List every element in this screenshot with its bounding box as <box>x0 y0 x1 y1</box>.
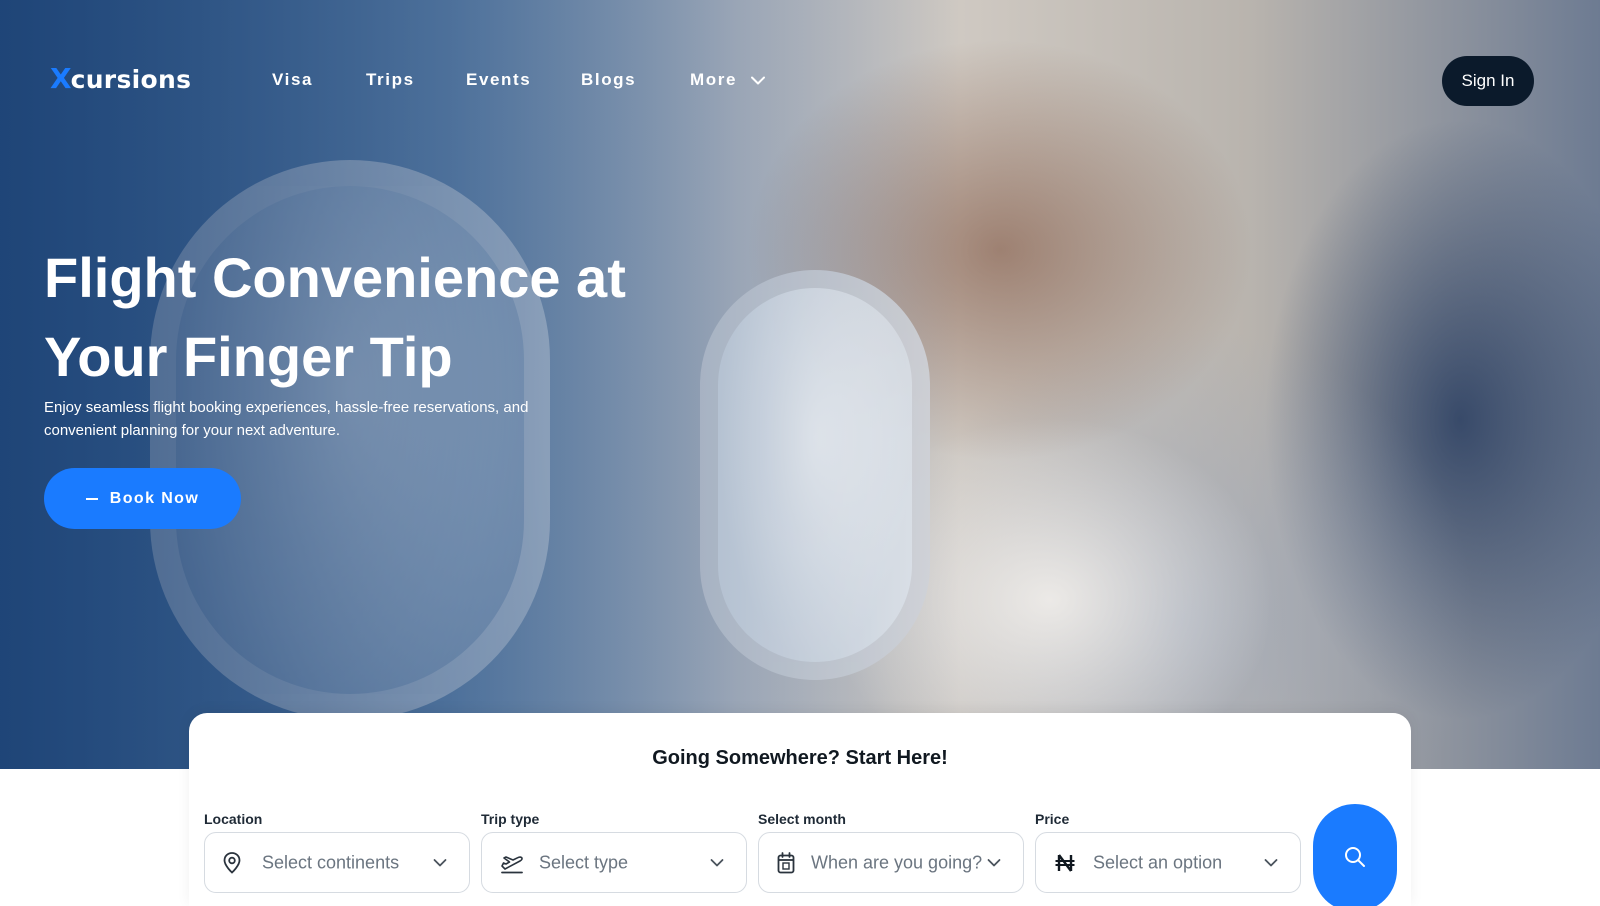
month-select[interactable]: When are you going? <box>758 832 1024 893</box>
nav-visa[interactable]: Visa <box>272 70 313 90</box>
book-now-button[interactable]: Book Now <box>44 468 241 529</box>
location-pin-icon <box>223 851 241 874</box>
search-card-title: Going Somewhere? Start Here! <box>652 747 948 769</box>
hero-headline: Flight Convenience at Your Finger Tip <box>44 246 626 388</box>
nav-blogs[interactable]: Blogs <box>581 70 636 90</box>
location-placeholder: Select continents <box>262 852 400 872</box>
nav-more-label: More <box>690 70 738 89</box>
chevron-down-icon <box>987 858 1001 867</box>
month-placeholder: When are you going? <box>811 852 983 872</box>
naira-icon <box>1054 853 1076 873</box>
trip-type-placeholder: Select type <box>539 852 629 872</box>
chevron-down-icon <box>710 858 724 867</box>
search-icon <box>1343 845 1367 872</box>
calendar-icon <box>777 851 795 874</box>
month-label: Select month <box>758 811 846 827</box>
search-button[interactable] <box>1313 804 1397 906</box>
nav-events[interactable]: Events <box>466 70 531 90</box>
location-label: Location <box>204 811 263 827</box>
sign-in-button[interactable]: Sign In <box>1442 56 1534 106</box>
brand-logo[interactable]: Xcursions <box>50 62 191 95</box>
hero-subtitle: Enjoy seamless flight booking experience… <box>44 399 529 439</box>
price-placeholder: Select an option <box>1093 852 1223 872</box>
price-label: Price <box>1035 811 1070 827</box>
nav-more[interactable]: More <box>690 70 766 90</box>
chevron-down-icon <box>433 858 447 867</box>
search-card: Going Somewhere? Start Here! Location Se… <box>189 713 1411 906</box>
book-now-label: Book Now <box>109 489 200 507</box>
price-select[interactable]: Select an option <box>1035 832 1301 893</box>
logo-mark: X <box>50 62 72 95</box>
logo-wordmark: cursions <box>70 65 192 94</box>
nav-trips[interactable]: Trips <box>366 70 415 90</box>
dash-icon <box>85 497 98 500</box>
chevron-down-icon <box>751 76 766 85</box>
trip-type-select[interactable]: Select type <box>481 832 747 893</box>
location-select[interactable]: Select continents <box>204 832 470 893</box>
trip-type-label: Trip type <box>481 811 540 827</box>
chevron-down-icon <box>1264 858 1278 867</box>
airplane-departure-icon <box>500 852 524 874</box>
